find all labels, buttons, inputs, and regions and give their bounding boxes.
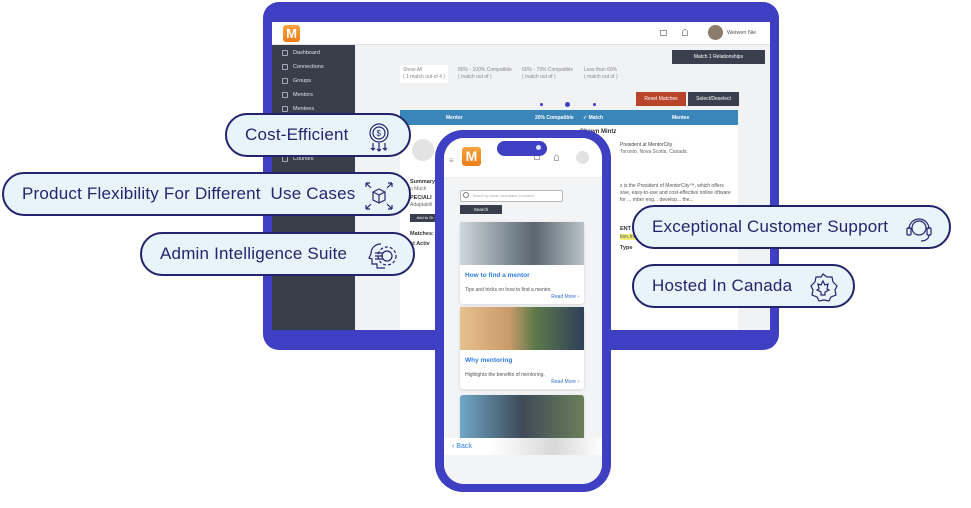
sidebar-item-connections[interactable]: Connections — [282, 64, 324, 70]
article-card[interactable]: How to find a mentor Tips and tricks on … — [460, 222, 584, 304]
mail-icon[interactable] — [660, 30, 667, 36]
article-image — [460, 307, 584, 350]
user-name[interactable]: Weiwen Nie — [727, 30, 756, 36]
sidebar-item-mentors[interactable]: Mentors — [282, 92, 313, 98]
match-checkbox[interactable]: ✓ Match — [583, 115, 603, 121]
mentees-icon — [282, 106, 288, 112]
search-button[interactable]: Search — [460, 205, 502, 214]
phone-screen: ≡ M Search by name, description or conte… — [444, 138, 602, 484]
tab-80-100[interactable]: 80% - 100% Compatible( match out of ) — [455, 65, 515, 83]
phone-notch — [497, 141, 547, 156]
match-relationships-button[interactable]: Match 1 Relationships — [672, 50, 765, 64]
tab-show-all[interactable]: Show All( 1 match out of 4 ) — [400, 65, 448, 83]
read-more-link[interactable]: Read More › — [460, 294, 579, 300]
headset-icon — [906, 218, 932, 242]
feature-cost-efficient: Cost-Efficient $ — [225, 113, 411, 157]
menu-icon[interactable]: ≡ — [449, 156, 454, 165]
avatar[interactable] — [576, 151, 589, 164]
search-input[interactable]: Search by name, description or content — [460, 190, 563, 202]
top-bar: M Weiwen Nie — [272, 22, 770, 45]
money-icon: $ — [369, 123, 389, 152]
mentor-avatar — [412, 139, 434, 161]
feature-admin-intelligence: Admin Intelligence Suite — [140, 232, 415, 276]
box-expand-icon — [365, 182, 393, 210]
carousel-dot-active[interactable] — [565, 102, 570, 107]
avatar[interactable] — [708, 25, 723, 40]
feature-customer-support: Exceptional Customer Support — [632, 205, 951, 249]
logo: M — [462, 147, 481, 166]
sidebar-item-groups[interactable]: Groups — [282, 78, 311, 84]
feature-hosted-canada: Hosted In Canada — [632, 264, 855, 308]
head-gear-icon — [368, 243, 397, 269]
svg-text:$: $ — [377, 129, 382, 138]
sidebar-item-dashboard[interactable]: Dashboard — [282, 50, 320, 56]
logo: M — [283, 25, 300, 42]
groups-icon — [282, 78, 288, 84]
maple-leaf-badge-icon — [810, 273, 838, 302]
connections-icon — [282, 64, 288, 70]
tab-less-60[interactable]: Less than 60%( match out of ) — [581, 65, 621, 83]
back-button[interactable]: ‹ Back — [452, 443, 472, 450]
back-bar: ‹ Back — [444, 438, 602, 455]
feature-product-flexibility: Product Flexibility For Different Use Ca… — [2, 172, 411, 216]
dashboard-icon — [282, 50, 288, 56]
camera-icon — [536, 145, 541, 150]
article-image[interactable] — [460, 395, 584, 440]
mentors-icon — [282, 92, 288, 98]
tab-60-79[interactable]: 60% - 79% Compatible( match out of ) — [519, 65, 576, 83]
sidebar-item-mentees[interactable]: Mentees — [282, 106, 314, 112]
search-icon — [463, 192, 469, 198]
carousel-dot[interactable] — [593, 103, 596, 106]
bell-icon[interactable] — [682, 29, 688, 36]
bell-icon[interactable] — [554, 155, 559, 161]
carousel-dot[interactable] — [540, 103, 543, 106]
select-deselect-button[interactable]: Select/Deselect — [688, 92, 739, 106]
article-card[interactable]: Why mentoring Highlights the benefits of… — [460, 307, 584, 389]
reset-matches-button[interactable]: Reset Matches — [636, 92, 686, 106]
table-header: Mentor 20% Compatible ✓ Match Mentee — [400, 110, 738, 125]
read-more-link[interactable]: Read More › — [460, 379, 579, 385]
article-image — [460, 222, 584, 265]
